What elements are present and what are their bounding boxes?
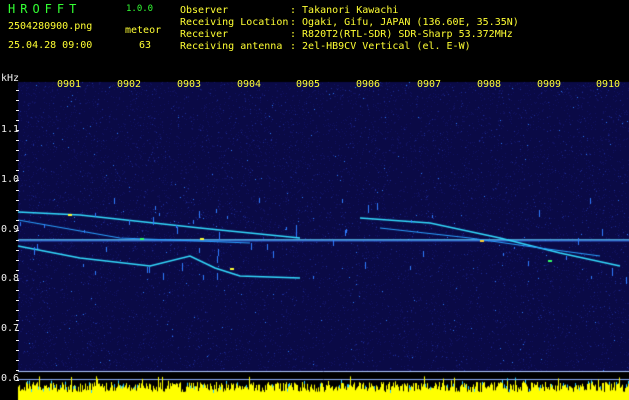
freq-tick xyxy=(16,300,19,301)
freq-tick xyxy=(16,140,19,141)
time-label-0903: 0903 xyxy=(177,79,202,90)
freq-tick xyxy=(16,130,19,131)
freq-tick xyxy=(16,90,19,91)
freq-tick xyxy=(16,220,19,221)
time-label-0904: 0904 xyxy=(237,79,262,90)
freq-tick xyxy=(16,210,19,211)
app-version: 1.0.0 xyxy=(126,4,154,14)
time-label-0906: 0906 xyxy=(356,79,381,90)
observer-value: : Takanori Kawachi xyxy=(290,5,399,16)
timestamp: 25.04.28 09:00 xyxy=(8,40,93,51)
freq-tick xyxy=(16,260,19,261)
freq-tick xyxy=(16,250,19,251)
meteor-label: meteor xyxy=(125,25,162,36)
freq-tick xyxy=(16,290,19,291)
freq-tick xyxy=(16,180,19,181)
freq-tick xyxy=(16,120,19,121)
time-label-0908: 0908 xyxy=(477,79,502,90)
time-label-0909: 0909 xyxy=(537,79,562,90)
time-label-0902: 0902 xyxy=(117,79,142,90)
unit-label: kHz xyxy=(1,73,20,84)
location-value: : Ogaki, Gifu, JAPAN (136.60E, 35.35N) xyxy=(290,17,519,28)
time-label-0901: 0901 xyxy=(57,79,82,90)
freq-tick xyxy=(16,100,19,101)
location-label: Receiving Location xyxy=(180,17,289,28)
freq-tick xyxy=(16,350,19,351)
antenna-label: Receiving antenna xyxy=(180,41,283,52)
receiver-value: : R820T2(RTL-SDR) SDR-Sharp 53.372MHz xyxy=(290,29,513,40)
freq-tick xyxy=(16,190,19,191)
freq-label-0.8: 0.8 xyxy=(1,273,20,284)
receiver-label: Receiver xyxy=(180,29,229,40)
freq-tick xyxy=(16,270,19,271)
freq-tick xyxy=(16,240,19,241)
freq-tick xyxy=(16,150,19,151)
freq-tick xyxy=(16,230,19,231)
freq-tick xyxy=(16,380,19,381)
time-label-0905: 0905 xyxy=(296,79,321,90)
freq-tick xyxy=(16,320,19,321)
freq-tick xyxy=(16,340,19,341)
freq-tick xyxy=(16,280,19,281)
freq-label-0.6: 0.6 xyxy=(1,373,20,384)
freq-tick xyxy=(16,330,19,331)
hrofft-window: HROFFT 1.0.0 2504280900.png 25.04.28 09:… xyxy=(0,0,629,400)
spectrogram-canvas xyxy=(0,78,629,400)
file-name: 2504280900.png xyxy=(8,21,93,32)
freq-label-0.7: 0.7 xyxy=(1,323,20,334)
freq-tick xyxy=(16,200,19,201)
time-label-0910: 0910 xyxy=(596,79,621,90)
time-label-0907: 0907 xyxy=(417,79,442,90)
freq-tick xyxy=(16,310,19,311)
app-title: HROFFT xyxy=(8,2,82,16)
freq-tick xyxy=(16,360,19,361)
freq-tick xyxy=(16,370,19,371)
freq-tick xyxy=(16,110,19,111)
freq-tick xyxy=(16,170,19,171)
meteor-count: 63 xyxy=(139,40,152,51)
antenna-value: : 2el-HB9CV Vertical (el. E-W) xyxy=(290,41,471,52)
observer-label: Observer xyxy=(180,5,229,16)
freq-tick xyxy=(16,160,19,161)
